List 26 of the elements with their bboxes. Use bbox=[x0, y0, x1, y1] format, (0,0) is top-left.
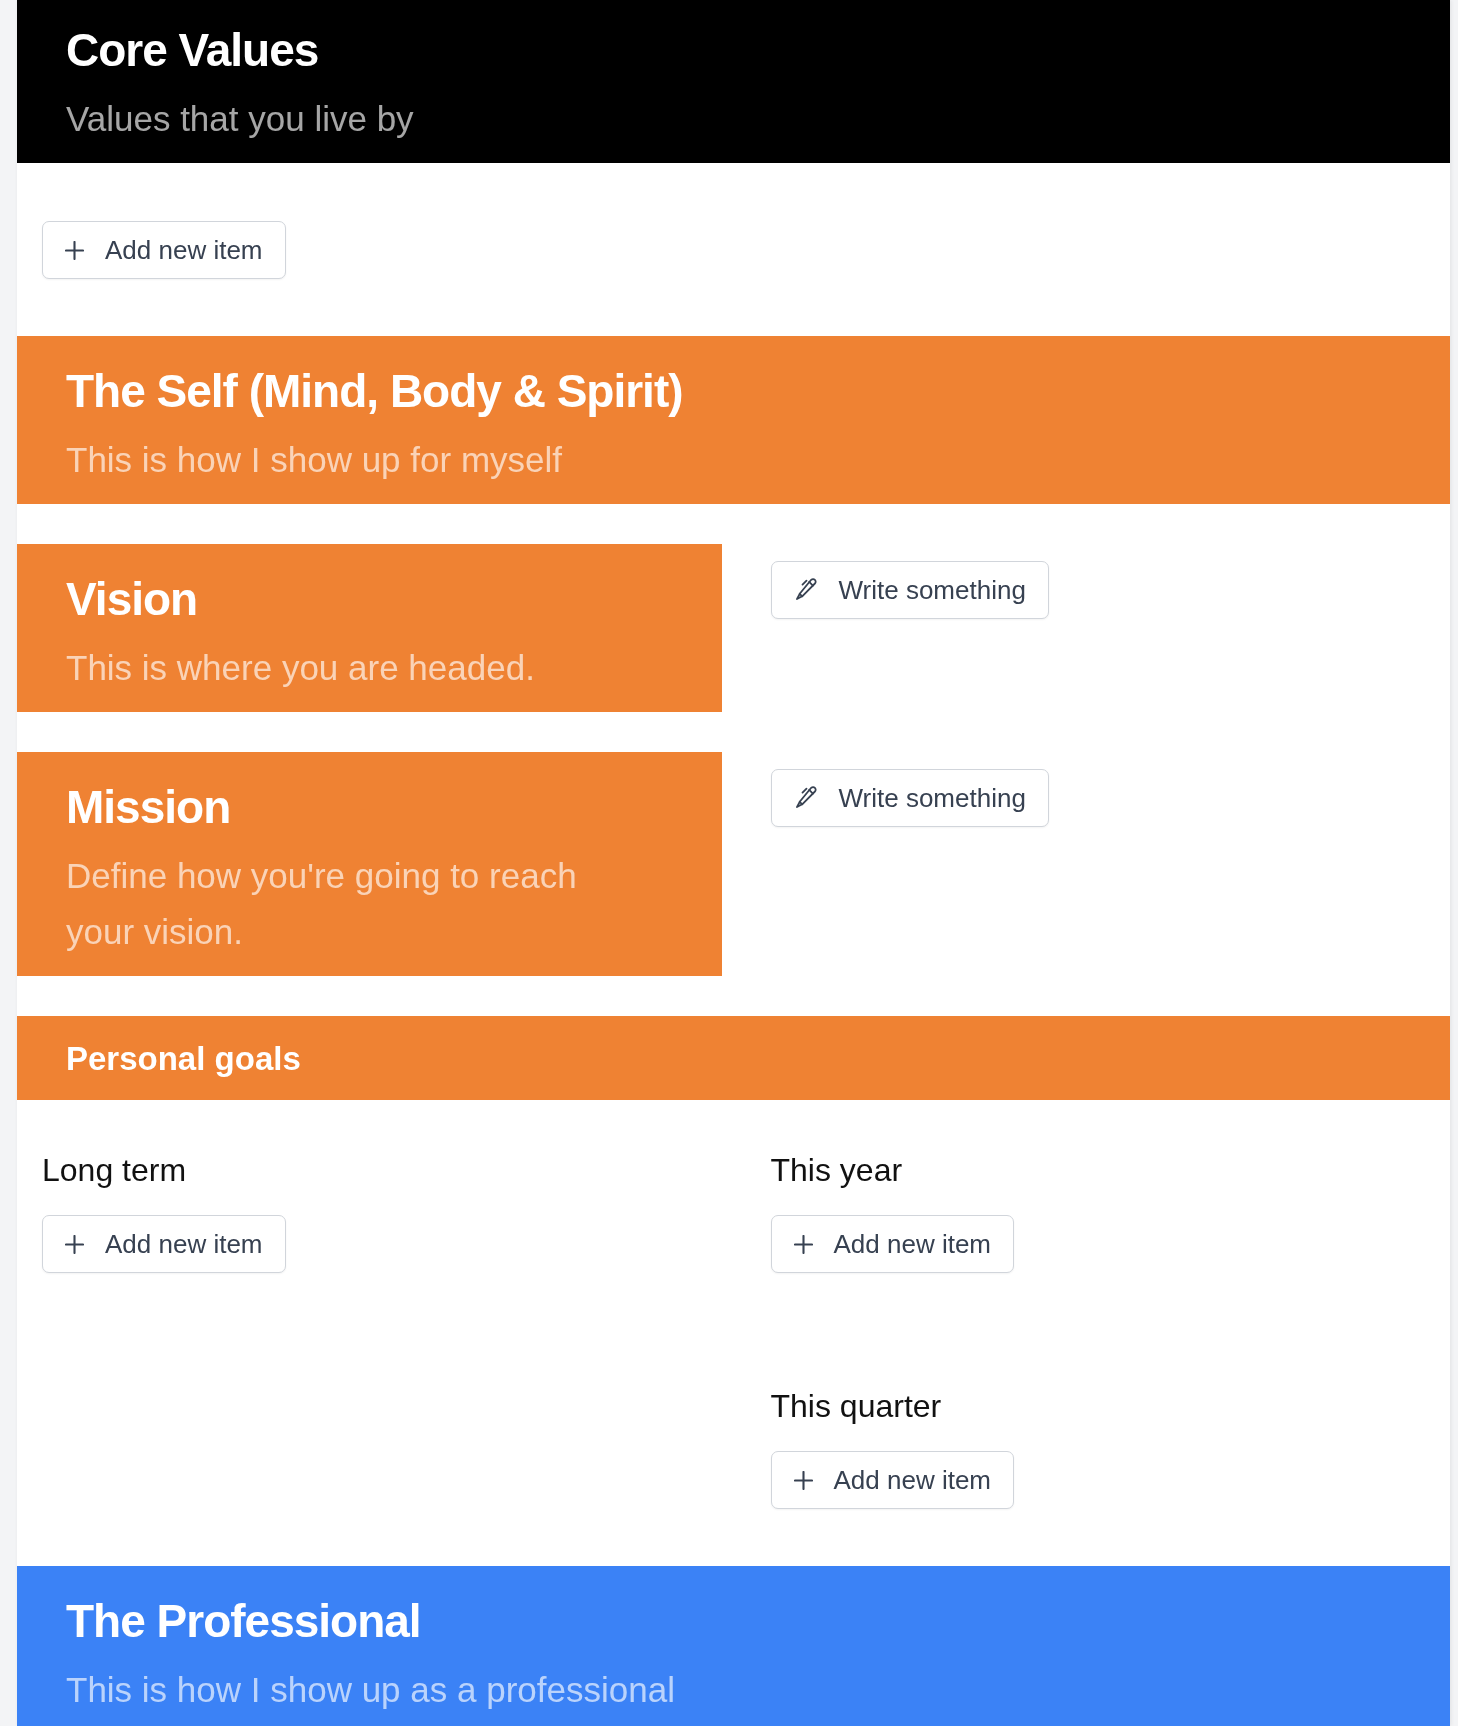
card-title: Vision bbox=[66, 572, 198, 627]
card-subtitle: Define how you're going to reach your vision. bbox=[66, 855, 578, 953]
plus-icon bbox=[793, 1234, 813, 1254]
section-subtitle: Values that you live by bbox=[66, 98, 414, 140]
list-heading: This quarter bbox=[770, 1387, 942, 1426]
add-item-button[interactable]: Add new item bbox=[42, 1215, 286, 1273]
add-item-button[interactable]: Add new item bbox=[770, 1215, 1015, 1273]
section-title: The Professional bbox=[66, 1594, 421, 1649]
add-item-button[interactable]: Add new item bbox=[770, 1451, 1015, 1509]
write-button[interactable]: Write something bbox=[770, 769, 1049, 827]
section-title: Core Values bbox=[66, 23, 319, 78]
list-heading: This year bbox=[770, 1151, 903, 1190]
pencil-icon bbox=[793, 786, 818, 810]
card-subtitle: This is where you are headed. bbox=[66, 647, 535, 689]
plus-icon bbox=[793, 1470, 813, 1490]
plus-icon bbox=[65, 1234, 84, 1254]
section-subtitle: This is how I show up as a professional bbox=[66, 1669, 675, 1711]
pencil-icon bbox=[793, 578, 818, 602]
list-heading: Long term bbox=[42, 1151, 187, 1190]
goals-header: Personal goals bbox=[17, 1016, 1450, 1100]
card-title: Mission bbox=[66, 780, 231, 835]
section-subtitle: This is how I show up for myself bbox=[66, 439, 562, 481]
write-button[interactable]: Write something bbox=[770, 561, 1049, 619]
section-title: The Self (Mind, Body & Spirit) bbox=[66, 364, 683, 419]
plus-icon bbox=[65, 240, 84, 260]
add-item-button[interactable]: Add new item bbox=[42, 221, 286, 279]
